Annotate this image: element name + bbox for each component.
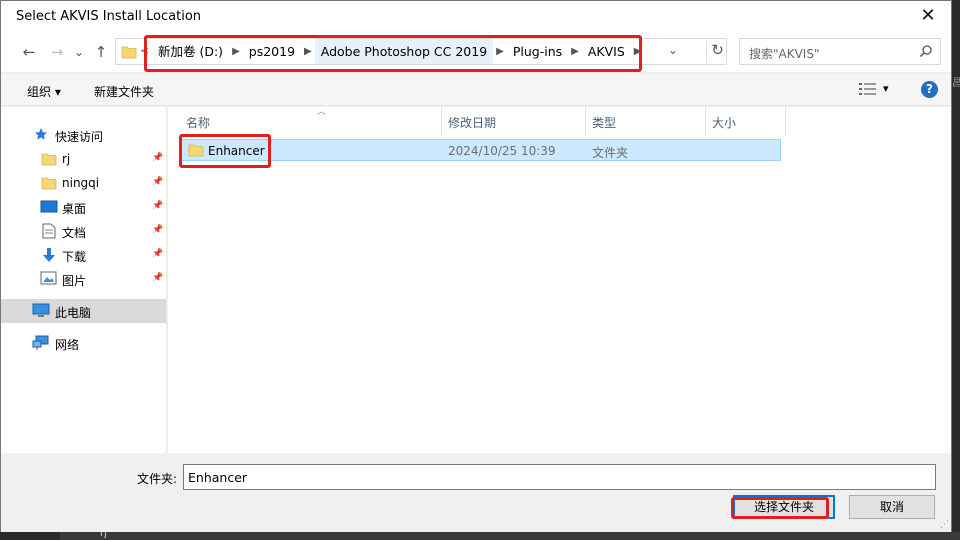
sidebar-item-documents[interactable]: 文档 📌 — [1, 219, 166, 243]
navigation-pane: 快速访问 rj 📌 ningqi 📌 桌面 📌 文档 📌 下载 📌 图片 📌 此… — [1, 107, 167, 453]
up-button[interactable]: ↑ — [90, 42, 112, 62]
sidebar-item-rj[interactable]: rj 📌 — [1, 147, 166, 171]
network-icon — [32, 335, 49, 350]
refresh-button[interactable]: ↻ — [706, 41, 728, 63]
pin-icon[interactable]: 📌 — [152, 153, 163, 163]
sidebar-item-label: 此电脑 — [55, 306, 92, 320]
title-bar: Select AKVIS Install Location ✕ — [1, 1, 951, 32]
column-header-modified[interactable]: 修改日期 — [442, 107, 586, 135]
folder-icon — [41, 177, 57, 190]
resize-grip-icon[interactable]: ⋰ — [940, 520, 949, 530]
sidebar-item-label: rj — [62, 152, 71, 166]
column-header-size[interactable]: 大小 — [706, 107, 786, 135]
cancel-button[interactable]: 取消 — [849, 495, 935, 519]
sidebar-item-quick-access[interactable]: 快速访问 — [1, 123, 166, 147]
desktop-icon — [40, 200, 58, 213]
sort-ascending-icon: ︿ — [317, 107, 327, 117]
sidebar-item-label: 下载 — [62, 250, 87, 264]
annotation-highlight-folder — [179, 134, 271, 168]
sidebar-item-label: 桌面 — [62, 202, 87, 216]
pictures-icon — [40, 271, 57, 285]
sidebar-item-ningqi[interactable]: ningqi 📌 — [1, 171, 166, 195]
help-icon[interactable]: ? — [921, 81, 938, 98]
folder-name-input[interactable]: Enhancer — [183, 464, 936, 490]
view-options-icon[interactable] — [859, 82, 877, 96]
sidebar-item-label: 文档 — [62, 226, 87, 240]
sidebar-item-label: 快速访问 — [55, 130, 104, 144]
sidebar-item-desktop[interactable]: 桌面 📌 — [1, 195, 166, 219]
search-placeholder: 搜索"AKVIS" — [749, 47, 820, 61]
folder-icon — [121, 46, 137, 59]
sidebar-item-downloads[interactable]: 下载 📌 — [1, 243, 166, 267]
dialog-footer: 文件夹: Enhancer 选择文件夹 取消 ⋰ — [1, 453, 951, 532]
view-dropdown-icon[interactable]: ▾ — [883, 82, 889, 95]
background-edge-text: 昌 — [952, 78, 960, 89]
sidebar-item-label: 网络 — [55, 338, 80, 352]
recent-locations-button[interactable]: ⌄ — [68, 42, 90, 62]
pin-icon[interactable]: 📌 — [152, 177, 163, 187]
new-folder-button[interactable]: 新建文件夹 — [94, 83, 154, 100]
pin-icon[interactable]: 📌 — [152, 201, 163, 211]
address-dropdown-icon[interactable]: ⌄ — [668, 43, 678, 57]
file-modified: 2024/10/25 10:39 — [448, 144, 556, 158]
pin-icon[interactable]: 📌 — [152, 225, 163, 235]
window-title: Select AKVIS Install Location — [16, 9, 202, 24]
sidebar-item-label: 图片 — [62, 274, 87, 288]
column-header-name[interactable]: ︿ 名称 — [180, 107, 442, 135]
pin-icon[interactable]: 📌 — [152, 273, 163, 283]
search-input[interactable]: 搜索"AKVIS" — [739, 38, 941, 65]
file-dialog: Select AKVIS Install Location ✕ ← → ⌄ ↑ … — [0, 0, 952, 532]
sidebar-item-label: ningqi — [62, 176, 100, 190]
search-icon[interactable] — [919, 44, 933, 58]
sidebar-item-network[interactable]: 网络 — [1, 331, 166, 355]
column-header-type[interactable]: 类型 — [586, 107, 706, 135]
close-button[interactable]: ✕ — [905, 1, 951, 32]
command-toolbar: 组织 ▾ 新建文件夹 ▾ ? — [1, 74, 951, 106]
document-icon — [42, 223, 56, 239]
annotation-highlight-address — [144, 35, 642, 72]
back-button[interactable]: ← — [18, 42, 40, 62]
star-icon — [35, 128, 47, 140]
pin-icon[interactable]: 📌 — [152, 249, 163, 259]
organize-button[interactable]: 组织 ▾ — [27, 83, 61, 100]
forward-button[interactable]: → — [46, 42, 68, 62]
folder-icon — [41, 153, 57, 166]
computer-icon — [32, 303, 50, 317]
download-icon — [43, 248, 55, 262]
annotation-highlight-select-button — [731, 497, 829, 519]
background-window-peek: rj — [60, 528, 960, 540]
file-type: 文件夹 — [592, 146, 629, 160]
file-list: ︿ 名称 修改日期 类型 大小 Enhancer 2024/10/25 10:3… — [168, 107, 951, 453]
sidebar-item-this-pc[interactable]: 此电脑 — [1, 299, 166, 323]
folder-field-label: 文件夹: — [137, 472, 178, 486]
sidebar-item-pictures[interactable]: 图片 📌 — [1, 267, 166, 291]
